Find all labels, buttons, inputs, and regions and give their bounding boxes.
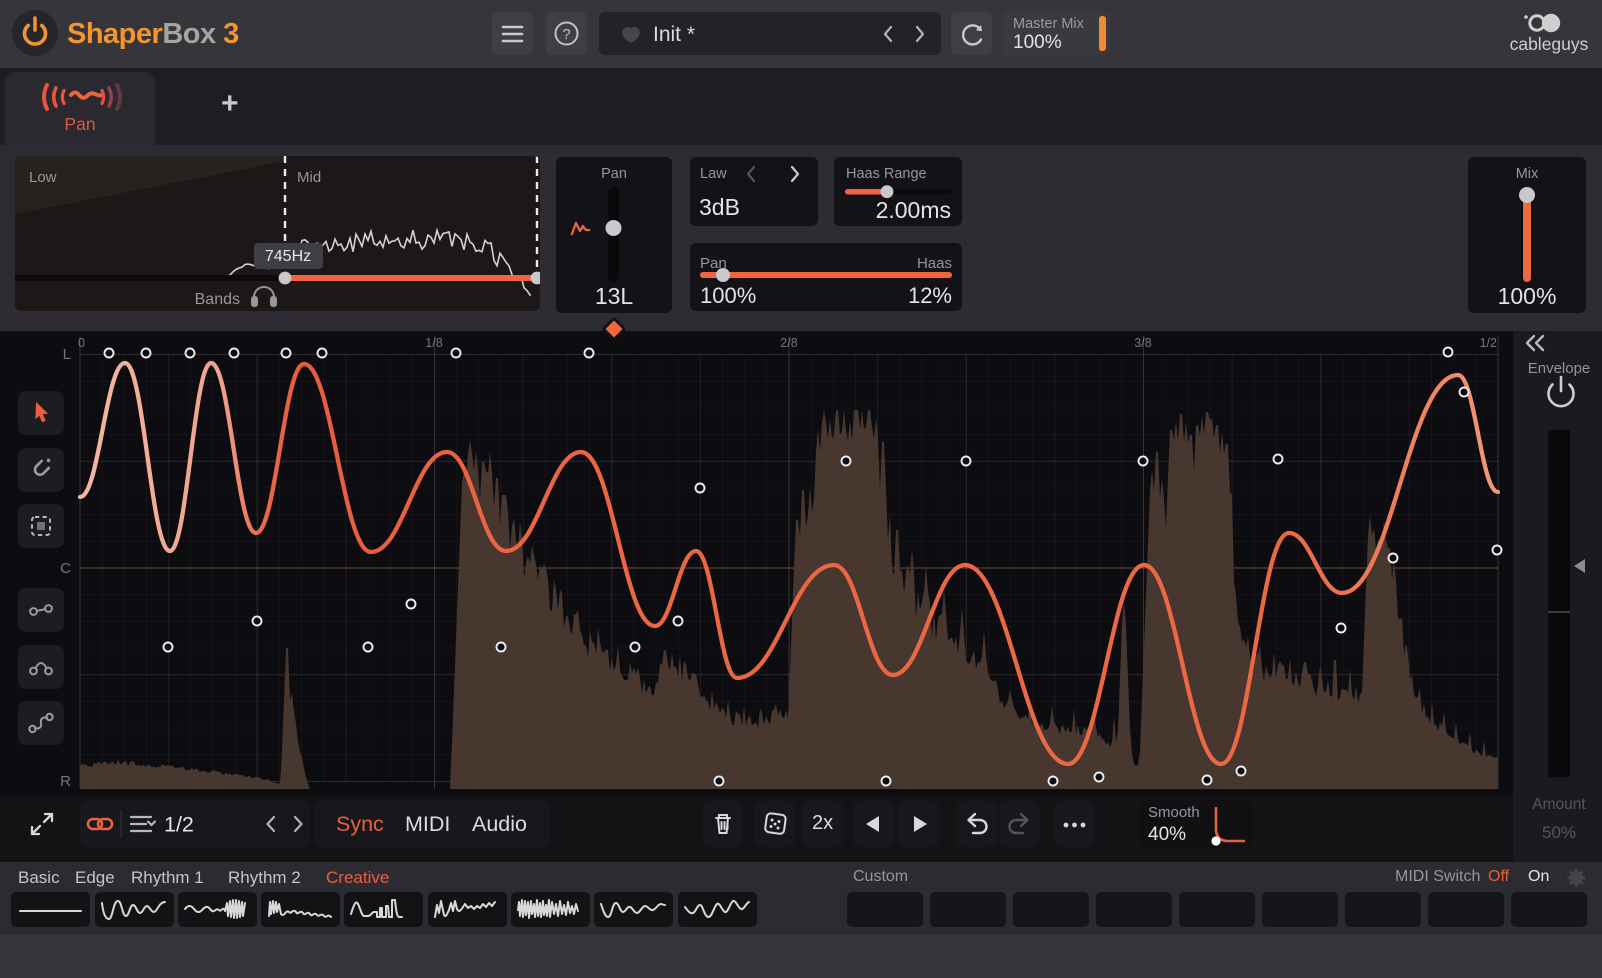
svg-text:Envelope: Envelope bbox=[1528, 360, 1591, 377]
svg-text:Amount: Amount bbox=[1532, 796, 1586, 813]
svg-text:R: R bbox=[60, 773, 71, 790]
svg-text:L: L bbox=[63, 346, 71, 363]
svg-text:C: C bbox=[60, 560, 71, 577]
svg-text:1/2: 1/2 bbox=[1480, 336, 1497, 350]
svg-text:50%: 50% bbox=[1542, 823, 1576, 842]
svg-text:0: 0 bbox=[78, 336, 85, 350]
svg-text:1/2: 1/2 bbox=[164, 813, 194, 837]
